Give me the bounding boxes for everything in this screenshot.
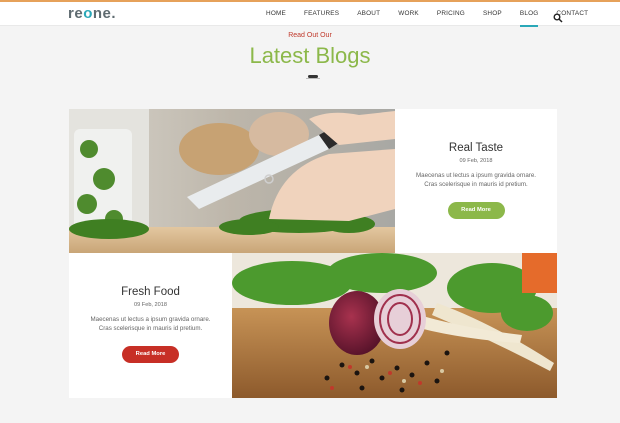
post-image-chopping-herbs[interactable] bbox=[69, 109, 395, 253]
section-title: Latest Blogs bbox=[249, 43, 371, 68]
post-date: 09 Feb, 2018 bbox=[459, 158, 493, 164]
read-more-button[interactable]: Read More bbox=[447, 202, 505, 219]
post-excerpt-line: Cras scelerisque in mauris id pretium. bbox=[424, 181, 528, 188]
search-icon[interactable] bbox=[553, 10, 563, 23]
section-kicker: Read Out Our bbox=[288, 32, 332, 39]
nav-work[interactable]: WORK bbox=[398, 10, 419, 22]
nav-home[interactable]: HOME bbox=[266, 10, 286, 22]
nav-features[interactable]: FEATURES bbox=[304, 10, 339, 22]
logo-text-o: o bbox=[83, 5, 93, 22]
post-image-red-onion-vegetables[interactable] bbox=[232, 253, 557, 398]
blog-card-real-taste: Real Taste 09 Feb, 2018 Maecenas ut lect… bbox=[395, 109, 557, 253]
nav-blog[interactable]: BLOG bbox=[519, 10, 539, 27]
logo-text-prefix: re bbox=[68, 5, 84, 22]
post-title[interactable]: Real Taste bbox=[395, 142, 557, 154]
post-excerpt-line: Cras scelerisque in mauris id pretium. bbox=[98, 325, 203, 332]
nav-about[interactable]: ABOUT bbox=[357, 10, 380, 22]
post-excerpt: Maecenas ut lectus a ipsum gravida ornar… bbox=[395, 171, 557, 189]
post-date: 09 Feb, 2018 bbox=[134, 302, 167, 308]
post-excerpt: Maecenas ut lectus a ipsum gravida ornar… bbox=[69, 315, 232, 333]
nav-shop[interactable]: SHOP bbox=[483, 10, 502, 22]
post-excerpt-line: Maecenas ut lectus a ipsum gravida ornar… bbox=[415, 172, 537, 179]
post-title[interactable]: Fresh Food bbox=[69, 286, 232, 298]
logo-text-suffix: ne. bbox=[92, 5, 117, 22]
title-divider bbox=[306, 75, 320, 79]
read-more-button[interactable]: Read More bbox=[122, 346, 179, 363]
nav-pricing[interactable]: PRICING bbox=[437, 10, 465, 22]
blog-card-fresh-food: Fresh Food 09 Feb, 2018 Maecenas ut lect… bbox=[69, 253, 232, 398]
logo[interactable]: reone. bbox=[68, 5, 116, 22]
post-excerpt-line: Maecenas ut lectus a ipsum gravida ornar… bbox=[90, 316, 211, 323]
site-header: reone. HOME FEATURES ABOUT WORK PRICING … bbox=[0, 2, 620, 27]
